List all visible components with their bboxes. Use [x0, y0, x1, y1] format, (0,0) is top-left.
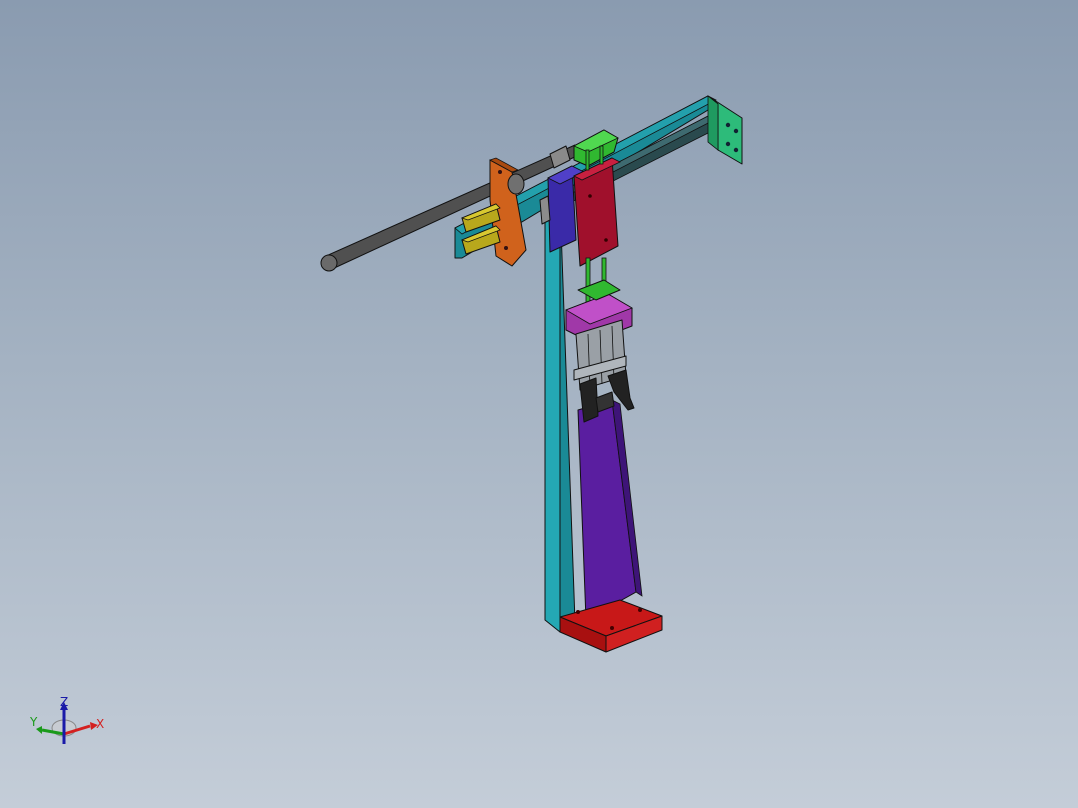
x-axis-label: X: [96, 717, 104, 731]
rod-end-cap: [320, 254, 338, 272]
bolt-hole: [733, 128, 739, 134]
bolt-hole: [638, 608, 642, 612]
bolt-hole: [576, 610, 580, 614]
stub-connector: [539, 195, 551, 225]
bolt-hole: [604, 238, 608, 242]
guide-post: [585, 149, 590, 171]
bolt-hole: [504, 246, 508, 250]
assembly-model[interactable]: [0, 0, 1078, 808]
orientation-triad[interactable]: Z X Y: [28, 694, 108, 754]
bolt-hole: [725, 141, 731, 147]
end-bracket-side: [707, 95, 719, 151]
guide-post: [585, 257, 591, 309]
bolt-hole: [610, 626, 614, 630]
rod-coupling: [549, 145, 571, 169]
vertical-column-face: [544, 199, 561, 633]
bolt-hole: [588, 194, 592, 198]
cad-viewport[interactable]: Z X Y: [0, 0, 1078, 808]
y-axis-label: Y: [29, 715, 38, 729]
bolt-hole: [498, 170, 502, 174]
z-axis-label: Z: [60, 695, 68, 709]
rod-bushing: [507, 173, 525, 195]
guide-post: [599, 145, 604, 165]
bolt-hole: [733, 147, 739, 153]
bolt-hole: [725, 122, 731, 128]
